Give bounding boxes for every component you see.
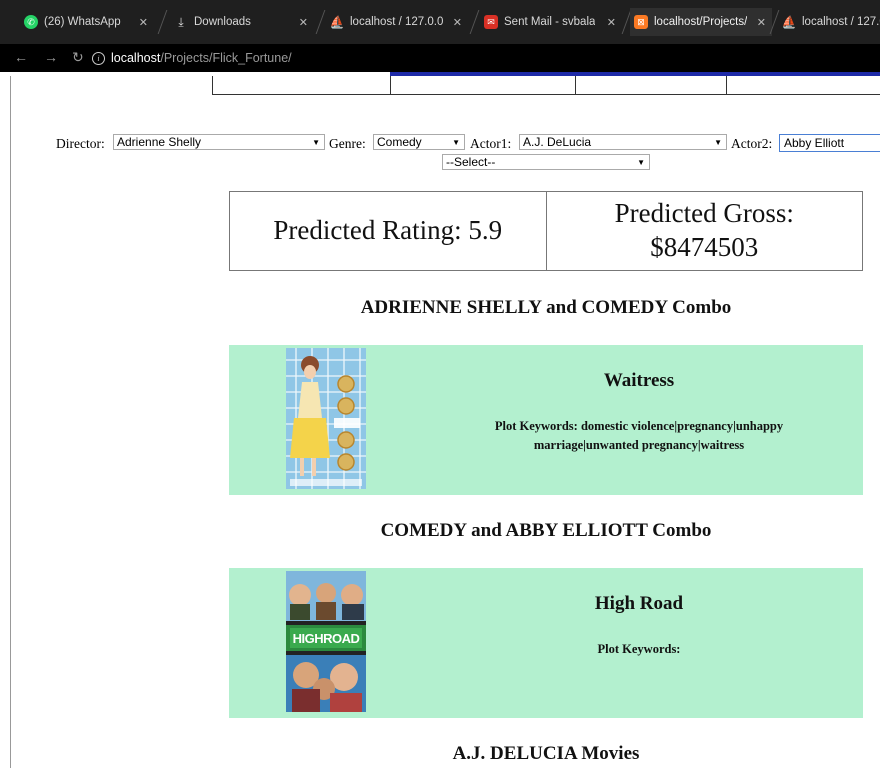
predicted-rating: Predicted Rating: 5.9	[230, 192, 546, 270]
phpmyadmin-icon: ⛵	[782, 15, 797, 29]
url-field[interactable]: i localhost/Projects/Flick_Fortune/	[92, 48, 292, 68]
chevron-down-icon: ▼	[452, 138, 460, 147]
director-value: Adrienne Shelly	[117, 135, 202, 149]
xampp-icon: ⊠	[634, 15, 648, 29]
top-table-fragment	[212, 76, 880, 95]
forward-icon[interactable]: →	[44, 49, 58, 65]
tab-phpmyadmin-1[interactable]: ⛵ localhost / 127.0.0 ✕	[330, 8, 468, 36]
extra-select-value: --Select--	[446, 155, 496, 169]
poster-title-art: HIGHROAD	[292, 630, 360, 646]
tab-label: Sent Mail - svbala	[504, 16, 596, 28]
filter-form: Director: Adrienne Shelly ▼ Genre: Comed…	[0, 134, 880, 174]
movie-keywords: Plot Keywords: domestic violence|pregnan…	[494, 419, 784, 452]
movie-poster[interactable]	[286, 348, 366, 489]
download-icon: ⤓	[178, 14, 184, 29]
tab-label: localhost / 127.0	[802, 16, 880, 28]
close-icon[interactable]: ✕	[453, 16, 462, 29]
tab-label: (26) WhatsApp	[44, 16, 121, 28]
whatsapp-icon: ✆	[24, 15, 38, 29]
gmail-icon: ✉	[484, 15, 498, 29]
chevron-down-icon: ▼	[312, 138, 320, 147]
prediction-table: Predicted Rating: 5.9 Predicted Gross: $…	[229, 191, 863, 271]
tab-phpmyadmin-2[interactable]: ⛵ localhost / 127.0	[782, 8, 880, 36]
actor1-select[interactable]: A.J. DeLucia ▼	[519, 134, 727, 150]
tab-gmail[interactable]: ✉ Sent Mail - svbala ✕	[484, 8, 622, 36]
predicted-gross-value: $8474503	[650, 232, 759, 262]
chevron-down-icon: ▼	[714, 138, 722, 147]
tab-label: localhost / 127.0.0	[350, 16, 444, 28]
info-icon[interactable]: i	[92, 51, 105, 65]
genre-select[interactable]: Comedy ▼	[373, 134, 465, 150]
url-path: /Projects/Flick_Fortune/	[160, 51, 292, 65]
close-icon[interactable]: ✕	[299, 16, 308, 29]
director-label: Director:	[56, 136, 105, 151]
tab-downloads[interactable]: ⤓ Downloads ✕	[174, 8, 314, 36]
genre-label: Genre:	[329, 136, 366, 151]
address-bar: ← → ↻ i localhost/Projects/Flick_Fortune…	[0, 44, 880, 72]
reload-icon[interactable]: ↻	[72, 49, 84, 66]
tab-label: localhost/Projects/	[654, 16, 748, 28]
movie-title: High Road	[594, 593, 684, 614]
back-icon[interactable]: ←	[14, 49, 28, 65]
predicted-gross: Predicted Gross: $8474503	[545, 192, 863, 270]
tab-flick-fortune[interactable]: ⊠ localhost/Projects/ ✕	[630, 8, 772, 36]
predicted-rating-text: Predicted Rating: 5.9	[273, 215, 503, 246]
section-title: COMEDY and ABBY ELLIOTT Combo	[380, 520, 712, 541]
actor1-label: Actor1:	[470, 136, 512, 151]
movie-card: HIGHROAD High Road Plot Keywords:	[229, 568, 863, 718]
actor2-input[interactable]	[779, 134, 880, 152]
tab-label: Downloads	[194, 16, 251, 28]
extra-select[interactable]: --Select-- ▼	[442, 154, 650, 170]
movie-title: Waitress	[603, 370, 675, 391]
director-select[interactable]: Adrienne Shelly ▼	[113, 134, 325, 150]
tab-whatsapp[interactable]: ✆ (26) WhatsApp ✕	[24, 8, 154, 36]
left-divider	[10, 76, 11, 768]
actor1-value: A.J. DeLucia	[523, 135, 592, 149]
section-title: ADRIENNE SHELLY and COMEDY Combo	[360, 297, 732, 318]
actor2-label: Actor2:	[731, 136, 773, 151]
page-content: Director: Adrienne Shelly ▼ Genre: Comed…	[0, 76, 880, 768]
predicted-gross-label: Predicted Gross:	[614, 198, 794, 229]
section-title: A.J. DELUCIA Movies	[452, 743, 640, 764]
close-icon[interactable]: ✕	[139, 16, 148, 29]
movie-keywords: Plot Keywords:	[597, 642, 681, 656]
phpmyadmin-icon: ⛵	[330, 15, 345, 29]
close-icon[interactable]: ✕	[757, 16, 766, 29]
url-host: localhost	[111, 51, 161, 65]
close-icon[interactable]: ✕	[607, 16, 616, 29]
browser-tab-bar: ✆ (26) WhatsApp ✕ ⤓ Downloads ✕ ⛵ localh…	[0, 0, 880, 44]
chevron-down-icon: ▼	[637, 158, 645, 167]
genre-value: Comedy	[377, 135, 422, 149]
movie-poster[interactable]: HIGHROAD	[286, 571, 366, 712]
movie-card: Waitress Plot Keywords: domestic violenc…	[229, 345, 863, 495]
